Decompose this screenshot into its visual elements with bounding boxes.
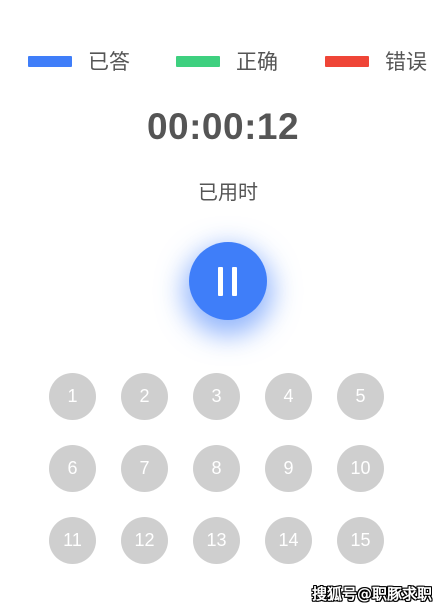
legend-item-correct: 正确 [176, 44, 278, 78]
watermark: 搜狐号@职豚求职 [311, 585, 432, 603]
question-number-button[interactable]: 5 [337, 373, 384, 420]
question-number-button[interactable]: 9 [265, 445, 312, 492]
question-number-button[interactable]: 11 [49, 517, 96, 564]
question-number-button[interactable]: 14 [265, 517, 312, 564]
legend-swatch-wrong [325, 55, 369, 67]
question-number-button[interactable]: 8 [193, 445, 240, 492]
elapsed-timer-caption: 已用时 [198, 180, 258, 204]
legend-item-wrong: 错误 [325, 44, 427, 78]
legend-label-wrong: 错误 [385, 50, 427, 74]
legend-label-answered: 已答 [88, 50, 130, 74]
pause-icon-bar-right [232, 267, 237, 296]
pause-button[interactable] [189, 242, 267, 320]
pause-icon-bar-left [218, 267, 223, 296]
question-number-button[interactable]: 10 [337, 445, 384, 492]
legend-label-correct: 正确 [236, 50, 278, 74]
question-number-button[interactable]: 3 [193, 373, 240, 420]
question-number-button[interactable]: 4 [265, 373, 312, 420]
question-number-button[interactable]: 12 [121, 517, 168, 564]
legend-swatch-answered [28, 55, 72, 67]
question-number-button[interactable]: 15 [337, 517, 384, 564]
legend-swatch-correct [176, 55, 220, 67]
legend-item-answered: 已答 [28, 44, 130, 78]
answer-status-legend: 已答 正确 错误 [0, 44, 446, 78]
question-number-button[interactable]: 7 [121, 445, 168, 492]
question-number-button[interactable]: 6 [49, 445, 96, 492]
question-number-button[interactable]: 1 [49, 373, 96, 420]
question-number-button[interactable]: 13 [193, 517, 240, 564]
question-number-button[interactable]: 2 [121, 373, 168, 420]
elapsed-timer: 00:00:12 [146, 106, 300, 147]
